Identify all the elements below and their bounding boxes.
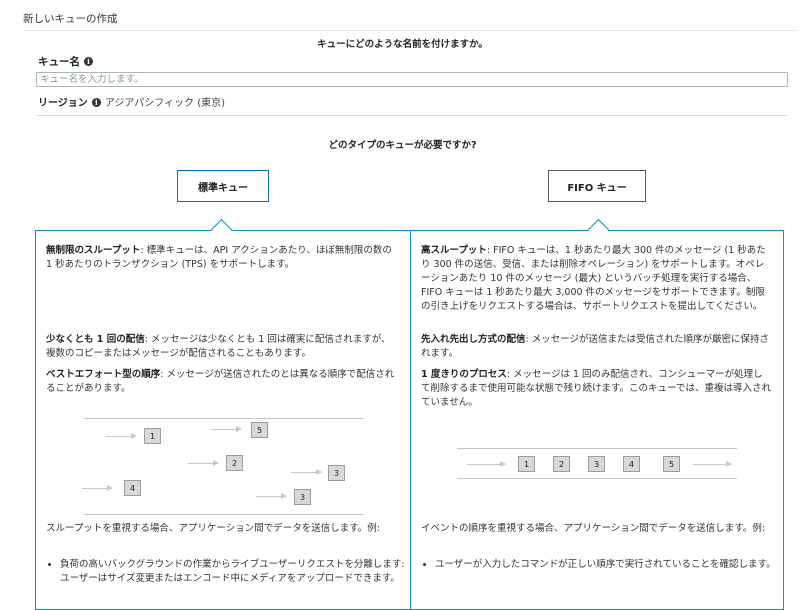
standard-throughput: 無制限のスループット: 標準キューは、API アクションあたり、ほぼ無制限の数の… [46,244,396,272]
message-box: 5 [663,456,680,472]
arrow [693,461,732,467]
arrow [467,461,506,467]
message-box: 2 [553,456,570,472]
message-box: 1 [518,456,535,472]
standard-order-title: ベストエフォート型の順序 [46,369,161,380]
message-box: 5 [251,422,268,438]
message-box: 4 [623,456,640,472]
region-value: アジアパシフィック (東京) [104,98,225,109]
fifo-once-title: 1 度きりのプロセス [421,369,507,380]
page-title: 新しいキューの作成 [23,13,118,25]
standard-order: ベストエフォート型の順序: メッセージが送信されたのとは異なる順序で配信されるこ… [46,368,396,396]
queue-type-panels: 無制限のスループット: 標準キューは、API アクションあたり、ほぼ無制限の数の… [35,218,784,610]
queue-type-question: どのタイプのキューが必要ですか? [328,140,477,151]
info-icon[interactable]: i [84,57,93,66]
standard-use-case-intro: スループットを重視する場合、アプリケーション間でデータを送信します。例: [46,523,380,534]
queue-name-label-row: キュー名 i [38,54,93,69]
title-divider [23,30,797,31]
arrow [291,469,322,475]
selection-caret-fifo [587,218,610,241]
region-row: リージョン i アジアパシフィック (東京) [38,94,225,109]
fifo-order: 先入れ先出し方式の配信: メッセージが送信または受信された順序が厳密に保持されま… [421,333,771,361]
arrow [188,460,219,466]
diagram-line-bottom [457,478,737,479]
queue-name-input[interactable] [36,72,788,87]
fifo-queue-button[interactable]: FIFO キュー [548,170,646,202]
fifo-use-case-intro: イベントの順序を重視する場合、アプリケーション間でデータを送信します。例: [421,523,766,534]
message-box: 4 [124,480,141,496]
arrow [82,485,113,491]
message-box: 1 [144,428,161,444]
standard-queue-diagram: 1 5 2 3 4 3 [46,411,386,515]
message-box: 3 [588,456,605,472]
message-box: 2 [226,455,243,471]
standard-throughput-title: 無制限のスループット [46,245,141,256]
standard-use-case-list: 負荷の高いバックグラウンドの作業からライブユーザーリクエストを分離します: ユー… [46,558,416,586]
diagram-line-top [84,418,364,419]
message-box: 3 [294,489,311,505]
arrow [211,426,242,432]
standard-queue-button[interactable]: 標準キュー [177,170,269,202]
arrow [256,493,287,499]
standard-delivery-title: 少なくとも 1 回の配信 [46,334,145,345]
fifo-throughput-title: 高スループット [421,245,487,256]
fifo-exactly-once: 1 度きりのプロセス: メッセージは 1 回のみ配信され、コンシューマーが処理し… [421,368,771,410]
message-box: 3 [328,465,345,481]
standard-delivery: 少なくとも 1 回の配信: メッセージは少なくとも 1 回は確実に配信されますが… [46,333,396,361]
queue-name-question: キューにどのような名前を付けますか。 [317,39,488,50]
panel-divider [410,231,411,609]
selection-caret-standard [210,218,233,241]
fifo-queue-diagram: 1 2 3 4 5 [421,436,771,496]
info-icon[interactable]: i [91,98,101,107]
diagram-line-bottom [84,514,364,515]
queue-name-label: キュー名 [38,56,80,68]
fifo-throughput: 高スループット: FIFO キューは、1 秒あたり最大 300 件のメッセージ … [421,244,771,314]
list-item: 負荷の高いバックグラウンドの作業からライブユーザーリクエストを分離します: ユー… [60,558,416,586]
list-item: ユーザーが入力したコマンドが正しい順序で実行されていることを確認します。 [435,558,791,572]
diagram-line-top [457,448,737,449]
arrow [106,433,137,439]
region-label: リージョン [38,98,88,109]
fifo-use-case-list: ユーザーが入力したコマンドが正しい順序で実行されていることを確認します。 [421,558,791,572]
fifo-order-title: 先入れ先出し方式の配信 [421,334,526,345]
region-divider [36,115,787,116]
